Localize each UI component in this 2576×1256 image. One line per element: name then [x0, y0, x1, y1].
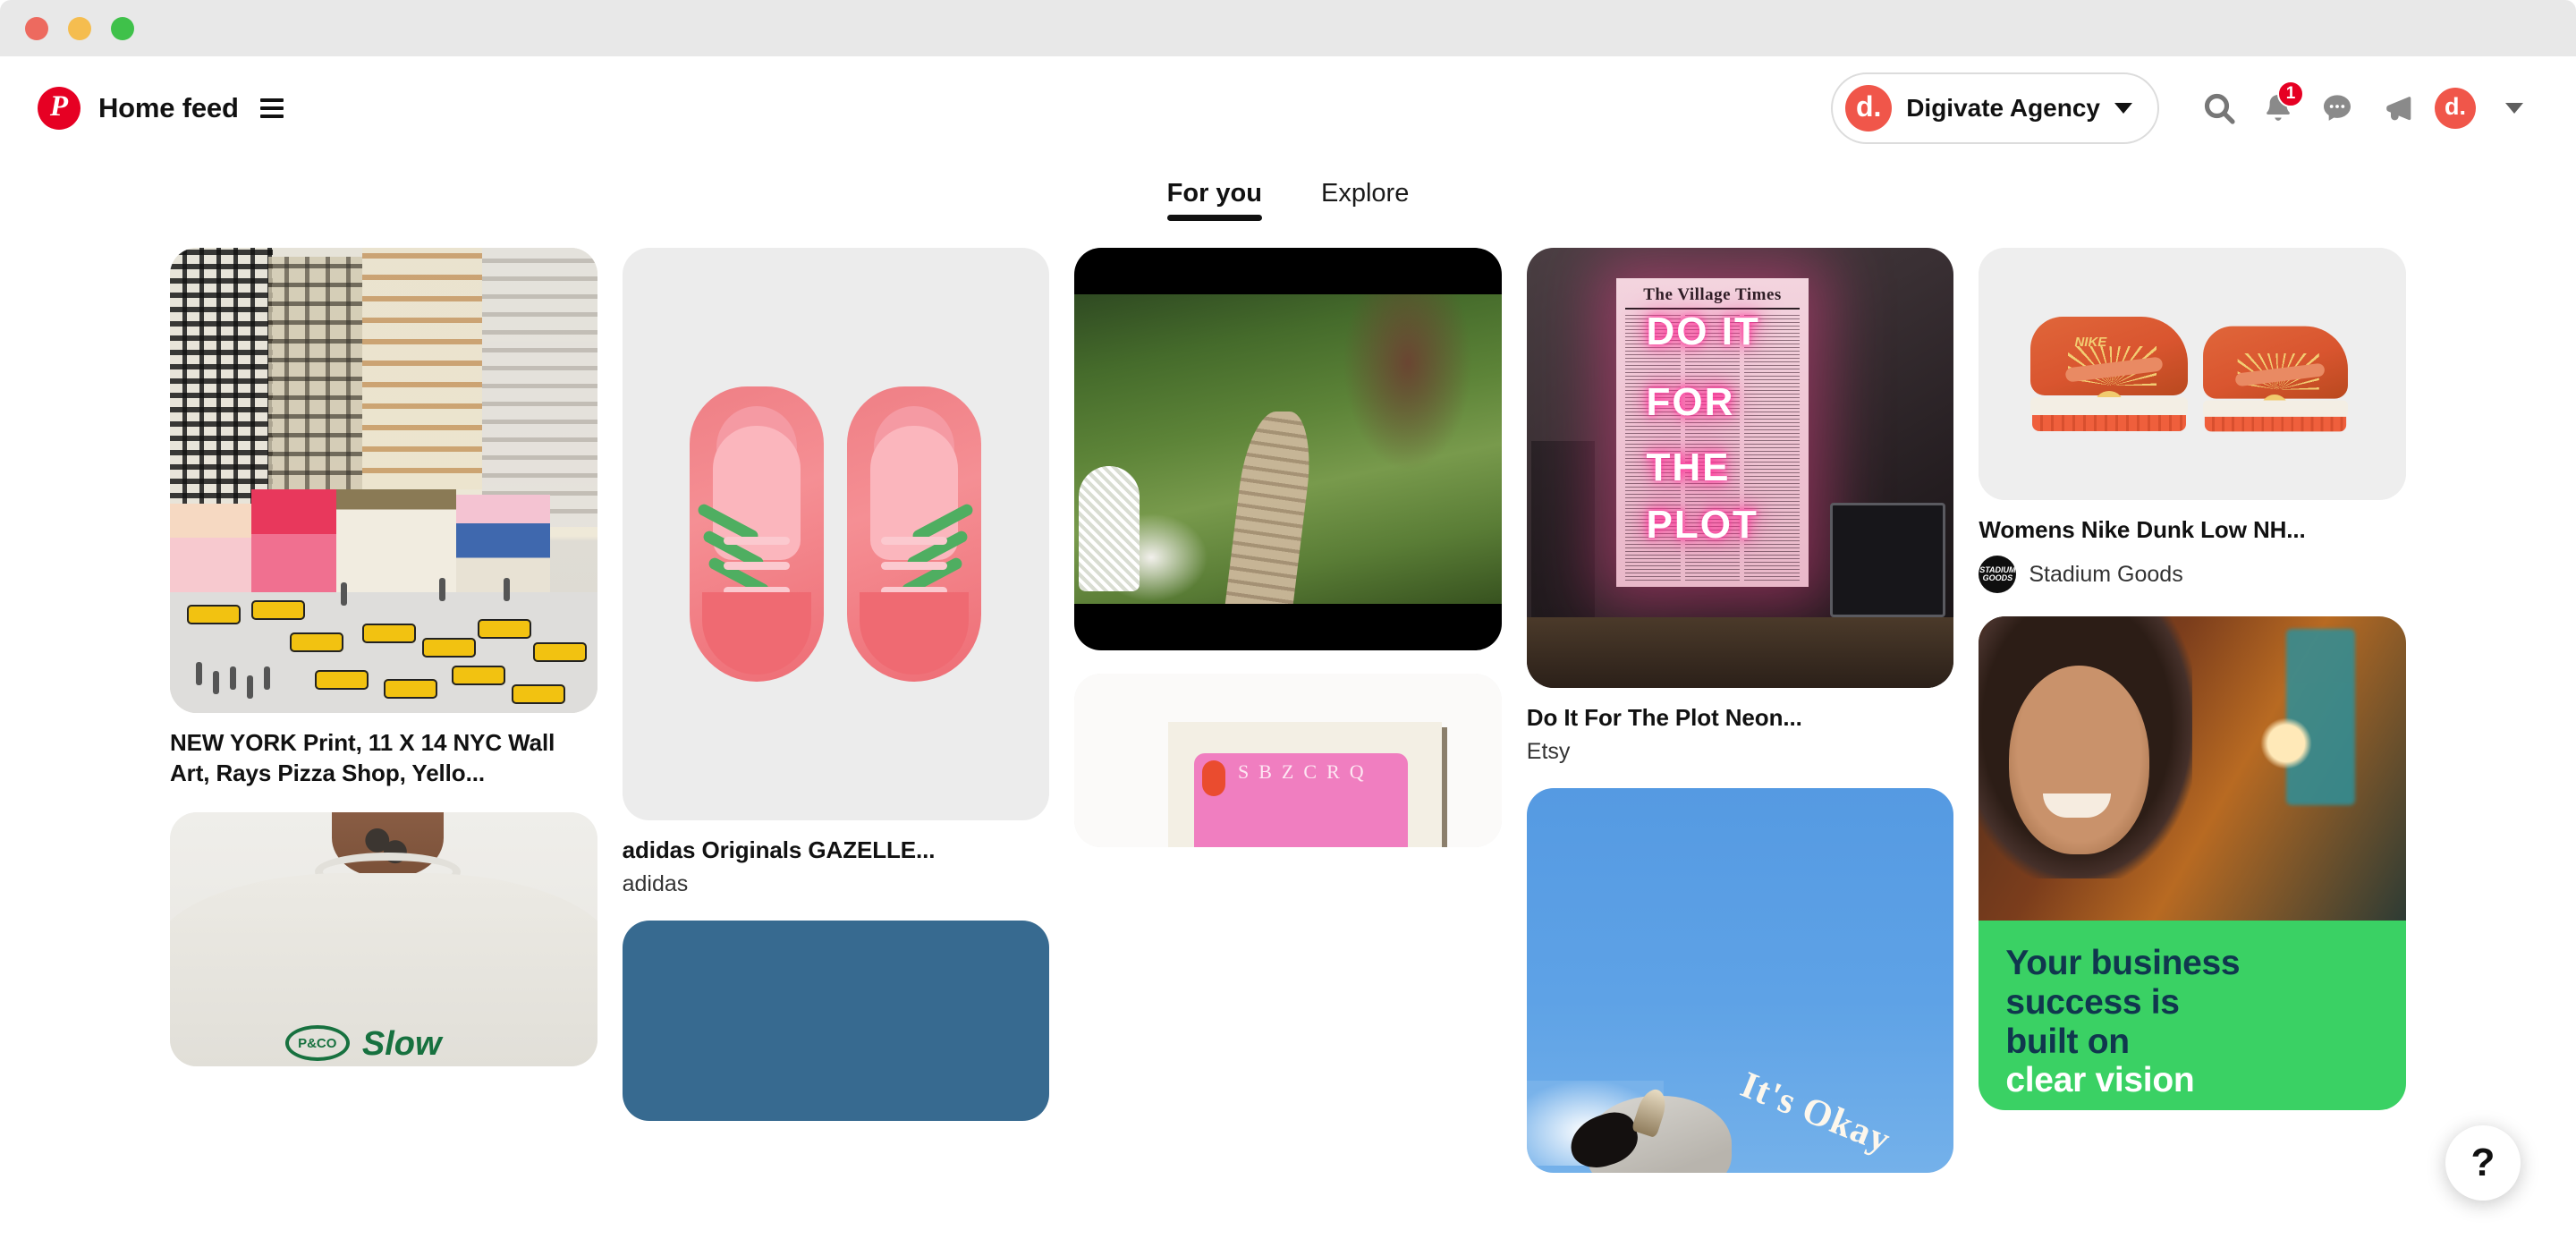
nike-brand-word: NIKE [2074, 335, 2107, 351]
feed-column-5: NIKE Womens Nike Dunk Low NH... STADIUM … [1979, 248, 2406, 1111]
pin-slow-sundays-sweatshirt[interactable]: P&CO Slow [170, 811, 597, 1066]
brand-group: P Home feed [38, 86, 284, 130]
pinterest-logo-glyph: P [49, 89, 69, 123]
ad-line-3: built on [2005, 1022, 2130, 1061]
pin-source: adidas [622, 871, 689, 897]
close-window-button[interactable] [25, 16, 48, 40]
user-avatar-glyph: d. [2445, 92, 2466, 120]
garden-path-photo [1074, 248, 1502, 650]
pin-alphabet-card[interactable]: SBZCRQ [1074, 674, 1502, 847]
notifications-badge: 1 [2277, 80, 2304, 107]
sweatshirt-photo: P&CO Slow [170, 811, 597, 1066]
pin-image[interactable]: Your business success is built on clear … [1979, 616, 2406, 1111]
user-avatar[interactable]: d. [2426, 79, 2485, 138]
account-switcher-button[interactable]: d. Digivate Agency [1831, 72, 2159, 144]
adidas-gazelle-photo [622, 248, 1050, 820]
pin-image[interactable]: P&CO Slow [170, 811, 597, 1066]
header-actions: d. Digivate Agency 1 d. [1831, 72, 2544, 144]
pin-image[interactable]: It's Okay [1526, 788, 1954, 1174]
pin-attribution[interactable]: STADIUM GOODS Stadium Goods [1979, 556, 2406, 594]
hamburger-menu-icon[interactable] [259, 98, 284, 118]
account-avatar: d. [1845, 84, 1893, 132]
tab-for-you[interactable]: For you [1166, 179, 1263, 221]
notifications-bell-icon[interactable]: 1 [2249, 79, 2308, 138]
help-button[interactable]: ? [2445, 1125, 2521, 1201]
ad-line-2: success is [2005, 982, 2180, 1022]
ad-line-1: Your business [2005, 944, 2241, 983]
pin-image[interactable]: SBZCRQ [1074, 674, 1502, 847]
pin-do-it-for-the-plot-neon[interactable]: The Village Times DO IT FOR THE PLOT Do … [1526, 248, 1954, 765]
pin-source: Etsy [1526, 739, 1571, 765]
pin-title: Womens Nike Dunk Low NH... [1979, 516, 2306, 543]
feed-column-3: SBZCRQ [1074, 248, 1502, 847]
feed-tabs: For you Explore [0, 179, 2576, 221]
pin-its-okay-cow[interactable]: It's Okay [1526, 788, 1954, 1174]
smiling-woman-photo [1979, 616, 2406, 921]
pin-attribution-label: Stadium Goods [2029, 561, 2183, 587]
minimize-window-button[interactable] [68, 16, 91, 40]
pin-title: adidas Originals GAZELLE... [622, 836, 936, 863]
pin-image[interactable]: The Village Times DO IT FOR THE PLOT [1526, 248, 1954, 688]
pin-image[interactable] [622, 248, 1050, 820]
pin-image[interactable] [622, 921, 1050, 1122]
pin-image[interactable] [170, 248, 597, 713]
chevron-down-icon [2114, 102, 2132, 114]
pin-title: NEW YORK Print, 11 X 14 NYC Wall Art, Ra… [170, 729, 555, 787]
ad-line-4: clear vision [2005, 1061, 2195, 1100]
nyc-street-illustration [170, 248, 597, 713]
pin-image[interactable]: NIKE [1979, 248, 2406, 500]
pin-garden-path[interactable] [1074, 248, 1502, 650]
pinterest-logo-icon[interactable]: P [38, 86, 80, 130]
neon-sign-photo: The Village Times DO IT FOR THE PLOT [1526, 248, 1954, 688]
window-title-bar [0, 0, 2576, 56]
feed-column-4: The Village Times DO IT FOR THE PLOT Do … [1526, 248, 1954, 1174]
window-traffic-lights [25, 16, 134, 40]
pin-nike-dunk-low[interactable]: NIKE Womens Nike Dunk Low NH... STADIUM … [1979, 248, 2406, 594]
nike-dunk-photo: NIKE [1979, 248, 2406, 500]
account-avatar-glyph: d. [1855, 89, 1882, 123]
pin-feed-grid: NEW YORK Print, 11 X 14 NYC Wall Art, Ra… [0, 248, 2576, 1174]
ad-copy-block: Your business success is built on clear … [1979, 921, 2406, 1111]
pin-nyc-print[interactable]: NEW YORK Print, 11 X 14 NYC Wall Art, Ra… [170, 248, 597, 789]
feed-column-2: adidas Originals GAZELLE... adidas [622, 248, 1050, 1122]
avatar: STADIUM GOODS [1979, 556, 2017, 594]
feed-column-1: NEW YORK Print, 11 X 14 NYC Wall Art, Ra… [170, 248, 597, 1066]
ads-megaphone-icon[interactable] [2367, 79, 2426, 138]
poster-masthead: The Village Times [1643, 285, 1782, 305]
pin-image[interactable] [1074, 248, 1502, 650]
maximize-window-button[interactable] [111, 16, 134, 40]
alphabet-greeting-card: SBZCRQ [1074, 674, 1502, 847]
pin-title: Do It For The Plot Neon... [1526, 704, 1802, 731]
blue-solid-art [622, 921, 1050, 1122]
pin-blue-card[interactable] [622, 921, 1050, 1122]
search-icon[interactable] [2190, 79, 2249, 138]
account-menu-chevron-down-icon[interactable] [2485, 79, 2544, 138]
overlay-text: It's Okay [1734, 1065, 1896, 1162]
messages-chat-icon[interactable] [2308, 79, 2367, 138]
question-mark-icon: ? [2470, 1141, 2496, 1184]
account-name-label: Digivate Agency [1906, 93, 2100, 122]
pin-business-success-ad[interactable]: Your business success is built on clear … [1979, 616, 2406, 1111]
tab-explore[interactable]: Explore [1321, 179, 1409, 221]
pin-adidas-gazelle[interactable]: adidas Originals GAZELLE... adidas [622, 248, 1050, 897]
app-header: P Home feed d. Digivate Agency 1 d. [0, 56, 2576, 159]
page-title: Home feed [98, 91, 239, 123]
cow-sky-photo: It's Okay [1526, 788, 1954, 1174]
